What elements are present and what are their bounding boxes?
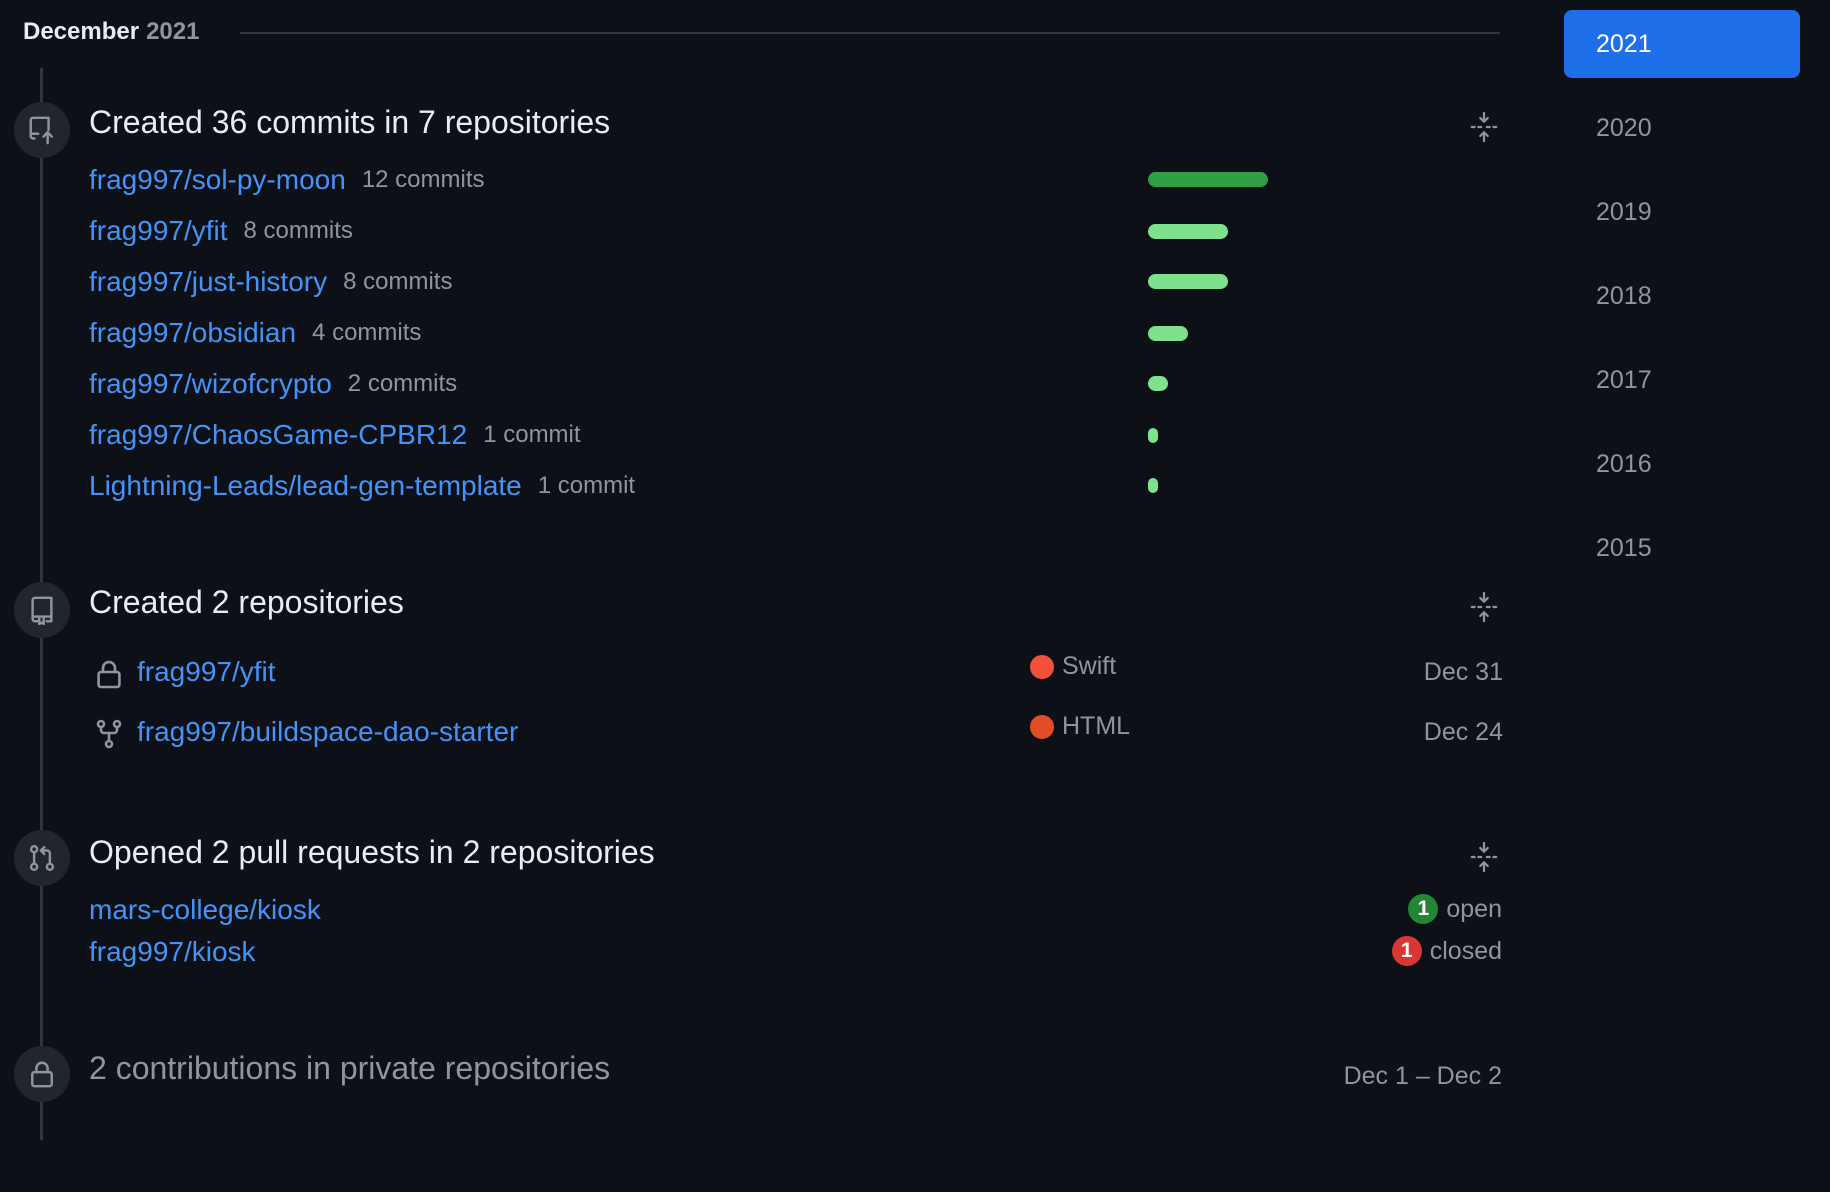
pr-repo-link[interactable]: frag997/kiosk xyxy=(89,936,256,968)
month-name: December xyxy=(23,18,140,45)
month-header: December 2021 xyxy=(23,14,199,50)
pr-count-badge: 1 xyxy=(1391,936,1422,966)
repo-link[interactable]: frag997/sol-py-moon xyxy=(89,164,346,196)
language-label: HTML xyxy=(1030,712,1130,741)
private-date-range: Dec 1 – Dec 2 xyxy=(1343,1062,1502,1090)
commit-repo-row: frag997/sol-py-moon 12 commits xyxy=(89,160,485,200)
year-nav: 2021 2020 2019 2018 2017 2016 2015 xyxy=(1564,10,1800,598)
language-color-dot xyxy=(1030,714,1054,739)
commit-count[interactable]: 8 commits xyxy=(244,217,353,245)
language-name: HTML xyxy=(1062,712,1131,740)
commit-repo-row: frag997/ChaosGame-CPBR12 1 commit xyxy=(89,415,581,455)
commit-count[interactable]: 2 commits xyxy=(348,370,457,398)
repo-link[interactable]: frag997/obsidian xyxy=(89,317,296,349)
commit-bar[interactable] xyxy=(1148,478,1158,493)
year-link-2017[interactable]: 2017 xyxy=(1564,346,1800,414)
repo-forked-icon xyxy=(96,719,122,749)
repo-link[interactable]: frag997/yfit xyxy=(137,656,276,688)
commit-count[interactable]: 4 commits xyxy=(312,319,421,347)
month-divider xyxy=(240,32,1500,34)
commit-count[interactable]: 8 commits xyxy=(343,268,452,296)
pull-requests-section-title: Opened 2 pull requests in 2 repositories xyxy=(89,834,655,870)
repo-push-icon xyxy=(14,102,70,158)
git-pull-request-icon xyxy=(14,830,70,886)
pr-repo-link[interactable]: mars-college/kiosk xyxy=(89,894,321,926)
commit-bar[interactable] xyxy=(1148,224,1228,239)
lock-icon xyxy=(14,1046,70,1102)
private-contributions-title: 2 contributions in private repositories xyxy=(89,1050,611,1086)
commit-repo-row: frag997/yfit 8 commits xyxy=(89,211,353,251)
commit-bar[interactable] xyxy=(1148,172,1268,187)
commit-count[interactable]: 1 commit xyxy=(538,472,635,500)
commit-bar[interactable] xyxy=(1148,376,1168,391)
pr-state-label: closed xyxy=(1429,936,1502,965)
pr-count-badge: 1 xyxy=(1408,894,1439,924)
language-name: Swift xyxy=(1062,652,1117,680)
year-link-2020[interactable]: 2020 xyxy=(1564,94,1800,162)
commit-bar[interactable] xyxy=(1148,428,1158,443)
commit-repo-row: frag997/just-history 8 commits xyxy=(89,262,452,302)
commit-count[interactable]: 12 commits xyxy=(362,166,485,194)
commit-bar[interactable] xyxy=(1148,274,1228,289)
year-link-2018[interactable]: 2018 xyxy=(1564,262,1800,330)
repo-link[interactable]: frag997/yfit xyxy=(89,215,228,247)
repo-link[interactable]: Lightning-Leads/lead-gen-template xyxy=(89,470,522,502)
fold-icon[interactable] xyxy=(1466,588,1502,626)
month-year: 2021 xyxy=(146,18,200,45)
fold-icon[interactable] xyxy=(1466,838,1502,876)
pr-closed-status[interactable]: 1 closed xyxy=(1391,936,1502,966)
repo-icon xyxy=(14,582,70,638)
pr-state-label: open xyxy=(1446,894,1502,923)
commit-repo-row: frag997/wizofcrypto 2 commits xyxy=(89,364,457,404)
commit-count[interactable]: 1 commit xyxy=(483,421,580,449)
year-link-2019[interactable]: 2019 xyxy=(1564,178,1800,246)
commit-repo-row: frag997/obsidian 4 commits xyxy=(89,313,421,353)
commit-bar[interactable] xyxy=(1148,326,1188,341)
year-link-2015[interactable]: 2015 xyxy=(1564,514,1800,582)
repo-link[interactable]: frag997/buildspace-dao-starter xyxy=(137,716,518,748)
created-repo-row: frag997/buildspace-dao-starter HTML Dec … xyxy=(89,712,1503,754)
language-label: Swift xyxy=(1030,652,1116,681)
repos-section-title: Created 2 repositories xyxy=(89,584,404,620)
repo-link[interactable]: frag997/ChaosGame-CPBR12 xyxy=(89,419,467,451)
commit-repo-row: Lightning-Leads/lead-gen-template 1 comm… xyxy=(89,466,635,506)
year-link-2021[interactable]: 2021 xyxy=(1564,10,1800,78)
fold-icon[interactable] xyxy=(1466,108,1502,146)
year-link-2016[interactable]: 2016 xyxy=(1564,430,1800,498)
commits-section-title: Created 36 commits in 7 repositories xyxy=(89,104,611,140)
contribution-activity: December 2021 Created 36 commits in 7 re… xyxy=(0,0,1830,1192)
created-repo-row: frag997/yfit Swift Dec 31 xyxy=(89,652,1503,694)
created-date: Dec 31 xyxy=(1423,658,1503,686)
language-color-dot xyxy=(1030,654,1054,679)
lock-icon xyxy=(97,660,121,689)
created-date: Dec 24 xyxy=(1423,718,1503,746)
pr-open-status[interactable]: 1 open xyxy=(1408,894,1502,924)
repo-link[interactable]: frag997/wizofcrypto xyxy=(89,368,332,400)
repo-link[interactable]: frag997/just-history xyxy=(89,266,327,298)
